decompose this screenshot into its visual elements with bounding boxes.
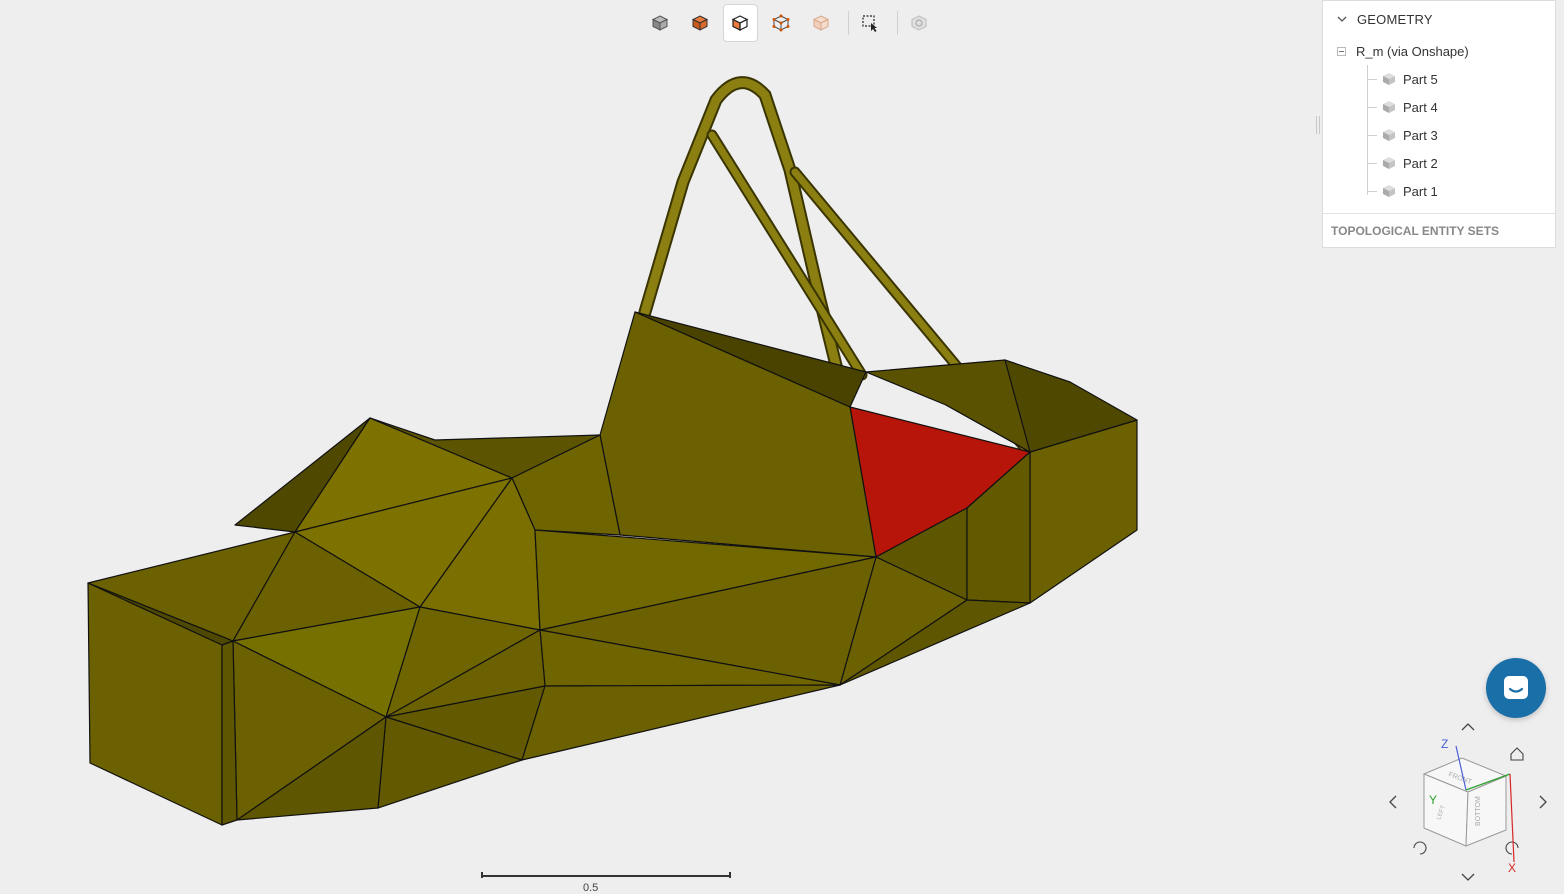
scale-bar <box>481 872 731 880</box>
chat-icon <box>1504 676 1528 699</box>
rotate-left-icon[interactable] <box>1413 841 1427 855</box>
toolbar-separator <box>847 11 849 35</box>
chat-support-button[interactable] <box>1486 658 1546 718</box>
part-cube-icon <box>1383 101 1395 113</box>
cube-points-icon <box>772 14 790 32</box>
home-icon[interactable] <box>1510 747 1524 761</box>
part-cube-icon <box>1383 157 1395 169</box>
tree-root-item[interactable]: R_m (via Onshape) <box>1323 37 1555 65</box>
navigation-cube[interactable]: FRONT BOTTOM LEFT Z Y X <box>1380 718 1550 888</box>
tree-item-label: Part 1 <box>1403 183 1438 199</box>
points-view-button[interactable] <box>763 4 798 42</box>
tree-item-label: Part 5 <box>1403 71 1438 87</box>
chevron-down-icon <box>1337 16 1347 22</box>
tree-item-label: Part 4 <box>1403 99 1438 115</box>
panel-resize-handle[interactable] <box>1316 116 1320 134</box>
tree-item-part-3[interactable]: Part 3 <box>1323 121 1555 149</box>
toolbar-separator <box>896 11 898 35</box>
settings-button[interactable] <box>902 4 937 42</box>
part-cube-icon <box>1383 129 1395 141</box>
rotate-right-icon[interactable] <box>1505 841 1519 855</box>
transparent-view-button[interactable] <box>803 4 838 42</box>
tree-item-label: Part 3 <box>1403 127 1438 143</box>
tree-root-label: R_m (via Onshape) <box>1356 43 1469 59</box>
view-toolbar <box>642 4 942 42</box>
solid-view-button[interactable] <box>642 4 677 42</box>
tree-children: Part 5 Part 4 Part 3 Part 2 Part 1 <box>1323 65 1555 205</box>
part-cube-icon <box>1383 73 1395 85</box>
tree-item-part-2[interactable]: Part 2 <box>1323 149 1555 177</box>
geometry-header-label: GEOMETRY <box>1357 11 1433 27</box>
cube-wire-selected-icon <box>731 15 749 31</box>
geometry-tree-panel: GEOMETRY R_m (via Onshape) Part 5 Part 4… <box>1322 0 1556 248</box>
topological-entity-sets[interactable]: TOPOLOGICAL ENTITY SETS <box>1323 213 1555 248</box>
cube-transparent-icon <box>812 15 830 31</box>
axis-x-label: X <box>1508 861 1516 875</box>
collapse-icon[interactable] <box>1337 46 1346 56</box>
geometry-header[interactable]: GEOMETRY <box>1323 1 1555 37</box>
chevron-down-icon[interactable] <box>1461 873 1475 881</box>
svg-text:BOTTOM: BOTTOM <box>1475 796 1482 826</box>
car-body[interactable] <box>87 311 1138 826</box>
chevron-left-icon[interactable] <box>1389 795 1397 809</box>
chevron-up-icon[interactable] <box>1461 723 1475 731</box>
cube-solid-icon <box>651 15 668 31</box>
box-select-button[interactable] <box>852 4 887 42</box>
chevron-right-icon[interactable] <box>1539 795 1547 809</box>
axis-y-label: Y <box>1429 793 1437 807</box>
tree-item-part-5[interactable]: Part 5 <box>1323 65 1555 93</box>
cube-orange-icon <box>691 15 709 31</box>
tree-item-label: Part 2 <box>1403 155 1438 171</box>
scale-label: 0.5 <box>583 882 599 894</box>
tree-item-part-4[interactable]: Part 4 <box>1323 93 1555 121</box>
box-select-icon <box>862 15 878 32</box>
selected-view-button[interactable] <box>722 4 758 42</box>
tree-item-part-1[interactable]: Part 1 <box>1323 177 1555 205</box>
part-cube-icon <box>1383 185 1395 197</box>
solid-edges-view-button[interactable] <box>682 4 717 42</box>
cube-settings-icon <box>911 15 927 31</box>
axis-z-label: Z <box>1441 737 1448 751</box>
